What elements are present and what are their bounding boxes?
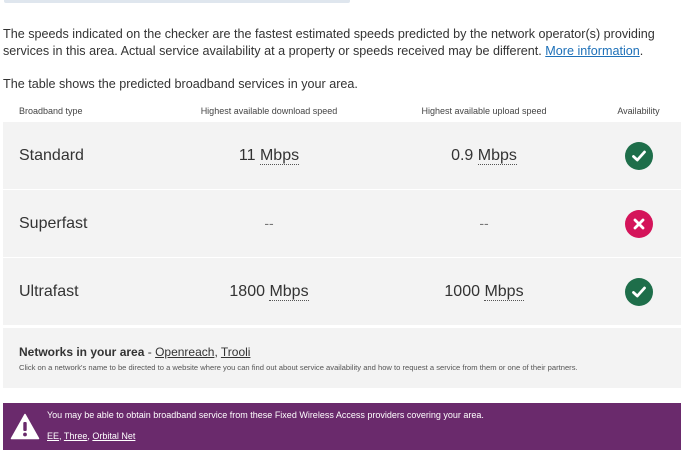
networks-title: Networks in your area	[19, 345, 145, 359]
download-value: 11	[238, 146, 256, 164]
fixed-wireless-providers: EE, Three, Orbital Net	[47, 431, 484, 441]
availability	[596, 209, 681, 238]
speed-disclaimer: The speeds indicated on the checker are …	[3, 26, 679, 60]
networks-separator: -	[144, 345, 156, 359]
header-broadband-type: Broadband type	[19, 105, 83, 116]
table-intro: The table shows the predicted broadband …	[3, 77, 358, 91]
provider-link-orbital-net[interactable]: Orbital Net	[92, 431, 135, 441]
broadband-type: Standard	[19, 146, 84, 164]
more-information-link[interactable]: More information	[545, 44, 640, 58]
networks-note: Click on a network's name to be directed…	[19, 363, 578, 372]
provider-link-three[interactable]: Three	[64, 431, 88, 441]
header-availability: Availability	[617, 105, 660, 116]
fixed-wireless-message: You may be able to obtain broadband serv…	[47, 410, 484, 420]
top-search-bar-edge	[4, 0, 350, 3]
check-circle-icon	[624, 141, 653, 170]
upload-speed: --	[372, 215, 596, 233]
upload-speed: 0.9 Mbps	[372, 146, 596, 165]
header-upload-speed: Highest available upload speed	[421, 105, 547, 116]
download-speed: --	[166, 215, 372, 233]
warning-triangle-icon	[3, 403, 47, 450]
download-value: --	[264, 214, 274, 231]
networks-line: Networks in your area - Openreach, Trool…	[19, 345, 681, 359]
table-row-ultrafast: Ultrafast 1800 Mbps 1000 Mbps	[3, 258, 681, 326]
upload-unit: Mbps	[484, 282, 524, 301]
availability	[596, 277, 681, 306]
fixed-wireless-banner: You may be able to obtain broadband serv…	[3, 403, 681, 450]
network-link-trooli[interactable]: Trooli	[221, 345, 251, 359]
broadband-type: Ultrafast	[19, 282, 79, 300]
download-unit: Mbps	[269, 282, 309, 301]
upload-unit: Mbps	[477, 146, 517, 165]
broadband-table: Broadband type Highest available downloa…	[3, 99, 681, 326]
broadband-type: Superfast	[19, 214, 88, 232]
table-row-superfast: Superfast -- --	[3, 190, 681, 258]
upload-value: 1000	[444, 282, 480, 300]
download-speed: 11 Mbps	[166, 146, 372, 165]
upload-value: --	[479, 214, 489, 231]
network-link-openreach[interactable]: Openreach	[155, 345, 214, 359]
provider-link-ee[interactable]: EE	[47, 431, 59, 441]
cross-circle-icon	[624, 209, 653, 238]
networks-panel: Networks in your area - Openreach, Trool…	[3, 328, 681, 388]
check-circle-icon	[624, 277, 653, 306]
table-header: Broadband type Highest available downloa…	[3, 99, 681, 122]
download-unit: Mbps	[259, 146, 300, 165]
download-speed: 1800 Mbps	[166, 282, 372, 301]
disclaimer-period: .	[639, 44, 644, 58]
availability	[596, 141, 681, 170]
fixed-wireless-content: You may be able to obtain broadband serv…	[47, 403, 484, 450]
header-download-speed: Highest available download speed	[200, 105, 338, 116]
table-row-standard: Standard 11 Mbps 0.9 Mbps	[3, 122, 681, 190]
download-value: 1800	[229, 282, 265, 300]
upload-speed: 1000 Mbps	[372, 282, 596, 301]
upload-value: 0.9	[451, 146, 474, 164]
